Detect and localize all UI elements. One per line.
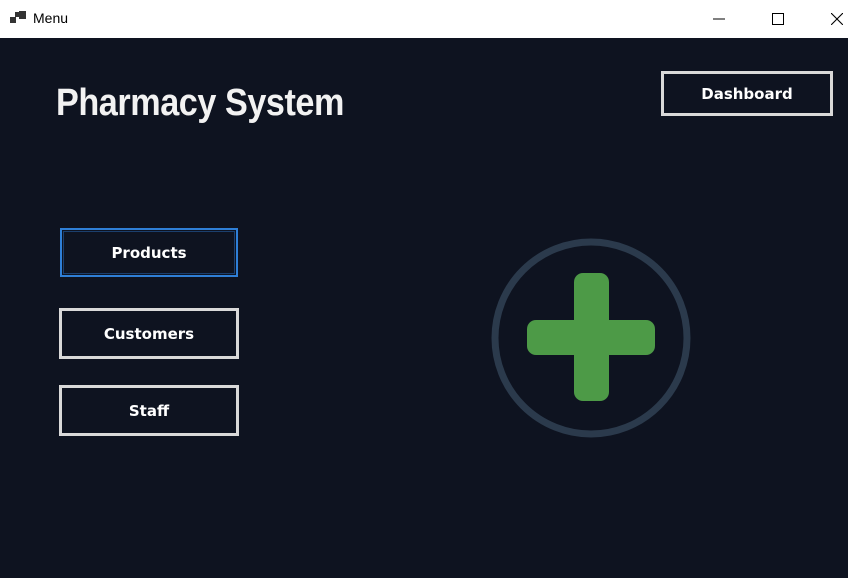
- close-button[interactable]: [814, 0, 848, 38]
- main-panel: Pharmacy System Dashboard Products Custo…: [0, 38, 848, 578]
- minimize-button[interactable]: [696, 0, 742, 38]
- maximize-icon: [772, 13, 784, 25]
- close-icon: [831, 13, 843, 25]
- page-title: Pharmacy System: [56, 82, 344, 124]
- pharmacy-cross-icon: [491, 238, 691, 438]
- staff-button[interactable]: Staff: [59, 385, 239, 436]
- customers-button[interactable]: Customers: [59, 308, 239, 359]
- products-button[interactable]: Products: [60, 228, 238, 277]
- minimize-icon: [713, 18, 725, 20]
- dashboard-button[interactable]: Dashboard: [661, 71, 833, 116]
- title-bar[interactable]: Menu: [0, 0, 848, 38]
- app-window: Menu Pharmacy System Dashboard Products …: [0, 0, 848, 578]
- maximize-button[interactable]: [755, 0, 801, 38]
- app-icon: [10, 11, 26, 23]
- window-title: Menu: [33, 10, 69, 26]
